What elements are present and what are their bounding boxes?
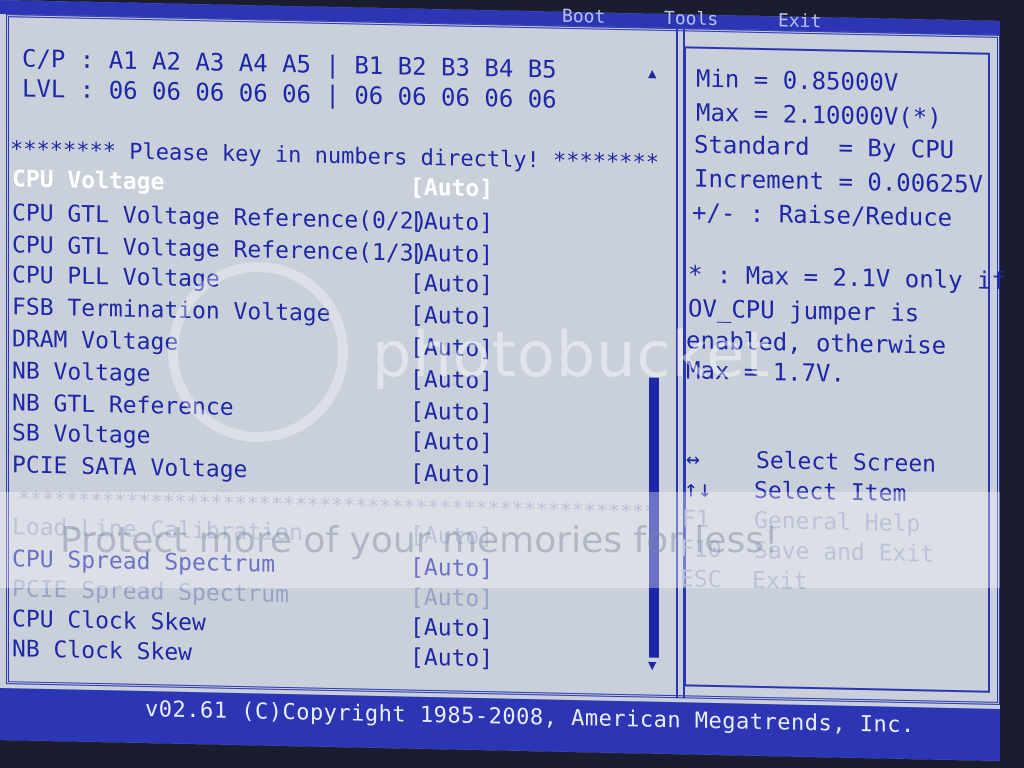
help-line-raise-reduce: +/- : Raise/Reduce — [692, 198, 953, 232]
setting-label: CPU PLL Voltage — [12, 262, 220, 293]
setting-label: CPU Clock Skew — [12, 606, 206, 637]
key-desc: Select Screen — [756, 447, 937, 478]
setting-value: [Auto] — [410, 270, 494, 299]
watermark-logo-icon — [168, 262, 348, 442]
setting-value: [Auto] — [410, 644, 494, 673]
menu-item-exit[interactable]: Exit — [778, 10, 821, 32]
setting-value: [Auto] — [410, 584, 494, 613]
watermark-text: photobucket — [372, 318, 771, 391]
setting-value: [Auto] — [410, 240, 494, 269]
scroll-up-arrow-icon[interactable]: ▲ — [648, 66, 656, 82]
setting-value: [Auto] — [410, 428, 494, 457]
help-line-min: Min = 0.85000V — [696, 64, 899, 97]
setting-value: [Auto] — [410, 208, 494, 237]
scroll-down-arrow-icon[interactable]: ▼ — [648, 658, 656, 674]
menu-item-tools[interactable]: Tools — [664, 8, 718, 30]
watermark-banner: Protect more of your memories for less! — [0, 492, 1000, 588]
setting-label: SB Voltage — [12, 420, 151, 450]
setting-value: [Auto] — [410, 174, 494, 203]
setting-label: CPU Voltage — [12, 166, 165, 196]
help-line-max: Max = 2.10000V(*) — [696, 98, 942, 132]
watermark-banner-text: Protect more of your memories for less! — [60, 520, 779, 561]
copyright-text: v02.61 (C)Copyright 1985-2008, American … — [145, 697, 915, 739]
setting-label: NB Voltage — [12, 358, 151, 388]
setting-label: DRAM Voltage — [12, 326, 179, 356]
setting-value: [Auto] — [410, 460, 494, 489]
setting-value: [Auto] — [410, 398, 494, 427]
arrows-horizontal-icon: ↔ — [686, 446, 700, 473]
setting-label: NB Clock Skew — [12, 636, 193, 667]
setting-value: [Auto] — [410, 614, 494, 643]
setting-label: PCIE SATA Voltage — [12, 452, 248, 484]
menu-item-boot[interactable]: Boot — [562, 6, 605, 28]
help-line-standard: Standard = By CPU — [694, 130, 955, 164]
